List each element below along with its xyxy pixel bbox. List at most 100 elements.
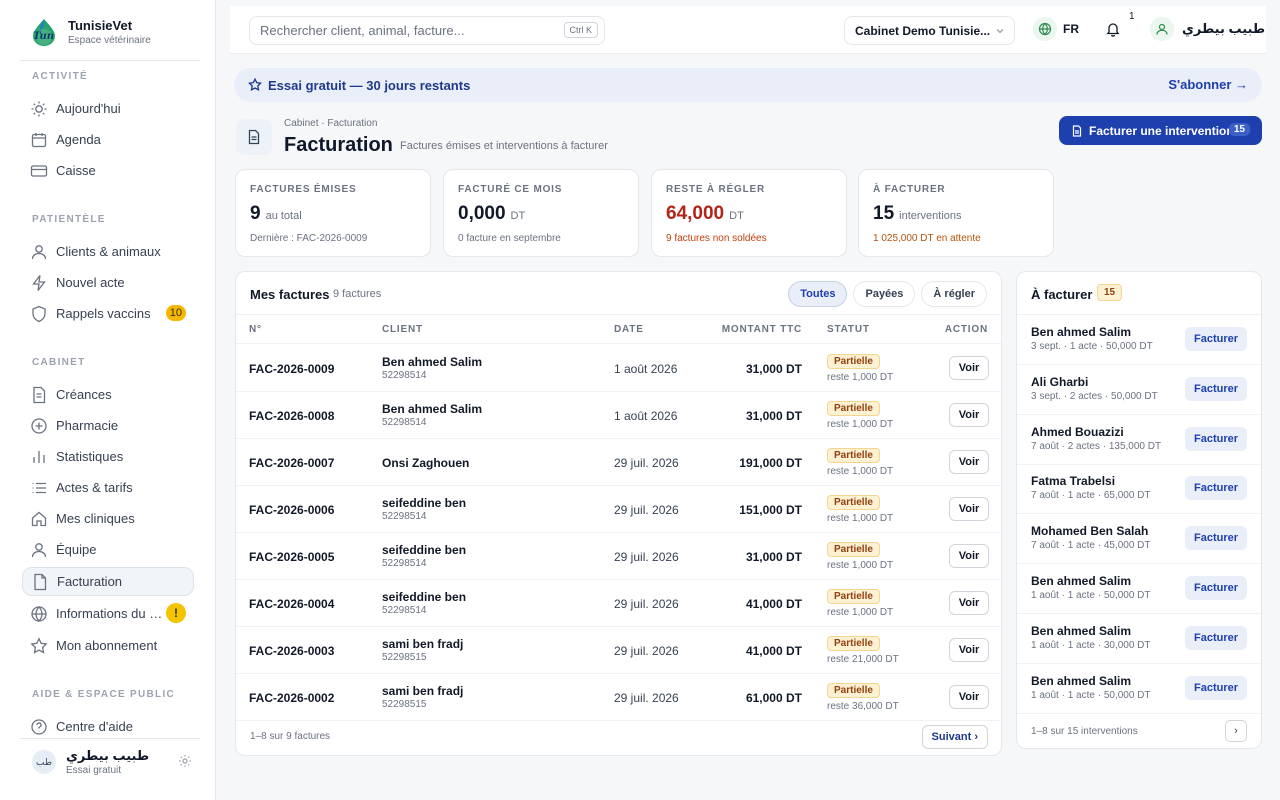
gear-icon[interactable] bbox=[178, 754, 192, 768]
column-header: STATUT bbox=[827, 324, 870, 335]
sidebar-item-facturation[interactable]: Facturation bbox=[22, 567, 194, 596]
stat-card-billed-this-month: FACTURÉ CE MOIS 0,000 DT 0 facture en sep… bbox=[443, 169, 639, 257]
sidebar-item-centre-aide[interactable]: Centre d'aide bbox=[22, 712, 194, 741]
filter-to-pay[interactable]: À régler bbox=[921, 281, 987, 307]
sidebar-item-mon-abonnement[interactable]: Mon abonnement bbox=[22, 631, 194, 660]
file-icon bbox=[1071, 124, 1083, 137]
remaining-amount: reste 36,000 DT bbox=[827, 701, 899, 712]
bill-button[interactable]: Facturer bbox=[1185, 625, 1247, 650]
bill-button[interactable]: Facturer bbox=[1185, 576, 1247, 600]
filter-all[interactable]: Toutes bbox=[788, 281, 848, 307]
status-badge: Partielle bbox=[827, 542, 880, 557]
to-bill-next-button[interactable]: › bbox=[1225, 720, 1247, 742]
sidebar-item-rappels-vaccins[interactable]: Rappels vaccins 10 bbox=[22, 299, 194, 328]
warning-icon: ! bbox=[166, 603, 186, 623]
bill-button[interactable]: Facturer bbox=[1185, 327, 1247, 351]
lightning-icon bbox=[30, 274, 48, 292]
client-name: seifeddine ben bbox=[382, 543, 467, 557]
language-switch[interactable]: FR bbox=[1033, 17, 1079, 41]
sidebar-item-label: Mon abonnement bbox=[56, 638, 158, 653]
bill-button[interactable]: Facturer bbox=[1185, 675, 1247, 700]
view-invoice-button[interactable]: Voir bbox=[949, 544, 989, 568]
view-invoice-button[interactable]: Voir bbox=[949, 685, 989, 709]
sidebar-item-nouvel-acte[interactable]: Nouvel acte bbox=[22, 268, 194, 297]
table-row[interactable]: FAC-2026-0004 seifeddine ben 52298514 29 ju… bbox=[236, 580, 1001, 627]
status-cell: Partielle reste 1,000 DT bbox=[827, 540, 893, 571]
status-badge: Partielle bbox=[827, 448, 880, 463]
patient-owner-name: Ben ahmed Salim bbox=[1031, 574, 1132, 588]
bill-button[interactable]: Facturer bbox=[1185, 476, 1247, 501]
table-row[interactable]: FAC-2026-0003 sami ben fradj 52298515 29 ju… bbox=[236, 627, 1001, 674]
table-row[interactable]: FAC-2026-0002 sami ben fradj 52298515 29 ju… bbox=[236, 674, 1001, 721]
sidebar-item-actes-tarifs[interactable]: Actes & tarifs bbox=[22, 473, 194, 502]
stat-label: RESTE À RÉGLER bbox=[666, 184, 765, 195]
trial-banner: Essai gratuit — 30 jours restants S'abon… bbox=[234, 68, 1262, 102]
client-name: sami ben fradj bbox=[382, 637, 464, 651]
search-input[interactable]: Rechercher client, animal, facture... Ct… bbox=[249, 16, 605, 45]
remaining-amount: reste 1,000 DT bbox=[827, 419, 894, 430]
next-page-button[interactable]: Suivant › bbox=[921, 725, 988, 749]
notification-count: 1 bbox=[1129, 11, 1135, 22]
trial-banner-text: Essai gratuit — 30 jours restants bbox=[268, 77, 471, 93]
sidebar-item-agenda[interactable]: Agenda bbox=[22, 125, 194, 154]
view-invoice-button[interactable]: Voir bbox=[949, 591, 989, 615]
list-item: Ben ahmed Salim 1 août · 1 acte · 30,000 … bbox=[1017, 614, 1261, 664]
sidebar-item-creances[interactable]: Créances bbox=[22, 380, 194, 409]
globe-icon bbox=[1033, 17, 1057, 41]
filter-paid[interactable]: Payées bbox=[853, 281, 916, 307]
client-name: seifeddine ben bbox=[382, 590, 467, 604]
stat-value: 0,000 bbox=[458, 203, 506, 224]
invoice-amount: 61,000 DT bbox=[745, 691, 802, 705]
column-header: ACTION bbox=[944, 324, 988, 335]
subscribe-link[interactable]: S'abonner → bbox=[1168, 77, 1248, 92]
invoice-number: FAC-2026-0008 bbox=[249, 409, 335, 423]
sidebar-item-equipe[interactable]: Équipe bbox=[22, 535, 194, 564]
client-phone: 52298515 bbox=[382, 699, 427, 710]
sidebar-item-statistiques[interactable]: Statistiques bbox=[22, 442, 194, 471]
invoice-number: FAC-2026-0004 bbox=[249, 597, 335, 611]
table-row[interactable]: FAC-2026-0009 Ben ahmed Salim 52298514 1 ao… bbox=[236, 345, 1001, 392]
brand[interactable]: Tun TunisieVet Espace vétérinaire bbox=[31, 18, 151, 46]
sidebar-item-clients[interactable]: Clients & animaux bbox=[22, 237, 194, 266]
bill-intervention-button[interactable]: Facturer une intervention 15 bbox=[1059, 116, 1262, 145]
invoices-card: Mes factures 9 factures Toutes Payées À … bbox=[235, 271, 1002, 756]
sidebar-item-caisse[interactable]: Caisse bbox=[22, 156, 194, 185]
user-menu[interactable]: طبيب بيطري bbox=[1150, 17, 1265, 41]
home-icon bbox=[30, 510, 48, 528]
client-phone: 52298514 bbox=[382, 605, 427, 616]
search-placeholder: Rechercher client, animal, facture... bbox=[260, 23, 465, 38]
clinic-select[interactable]: Cabinet Demo Tunisie... bbox=[844, 16, 1015, 45]
sidebar-item-pharmacie[interactable]: Pharmacie bbox=[22, 411, 194, 440]
table-row[interactable]: FAC-2026-0008 Ben ahmed Salim 52298514 1 ao… bbox=[236, 392, 1001, 439]
status-cell: Partielle reste 1,000 DT bbox=[827, 446, 893, 477]
bill-button[interactable]: Facturer bbox=[1185, 526, 1247, 551]
client-cell: Ben ahmed Salim 52298514 bbox=[382, 402, 482, 428]
invoice-icon bbox=[236, 119, 272, 155]
sidebar-item-mes-cliniques[interactable]: Mes cliniques bbox=[22, 504, 194, 533]
bill-button[interactable]: Facturer bbox=[1185, 376, 1247, 401]
stat-footnote: 9 factures non soldées bbox=[666, 233, 767, 244]
table-row[interactable]: FAC-2026-0006 seifeddine ben 52298514 29 ju… bbox=[236, 486, 1001, 533]
stat-label: FACTURES ÉMISES bbox=[250, 184, 357, 195]
view-invoice-button[interactable]: Voir bbox=[949, 403, 989, 427]
bell-icon[interactable] bbox=[1105, 21, 1121, 37]
table-row[interactable]: FAC-2026-0005 seifeddine ben 52298514 29 ju… bbox=[236, 533, 1001, 580]
status-badge: Partielle bbox=[827, 495, 880, 510]
sidebar-item-today[interactable]: Aujourd'hui bbox=[22, 94, 194, 123]
table-row[interactable]: FAC-2026-0007 Onsi Zaghouen 29 juil. 2026 1… bbox=[236, 439, 1001, 486]
stat-card-invoices-issued: FACTURES ÉMISES 9 au total Dernière : FAC… bbox=[235, 169, 431, 257]
status-cell: Partielle reste 36,000 DT bbox=[827, 681, 899, 712]
status-cell: Partielle reste 1,000 DT bbox=[827, 493, 893, 524]
invoice-amount: 151,000 DT bbox=[739, 503, 802, 517]
intervention-detail: 1 août · 1 acte · 50,000 DT bbox=[1031, 590, 1151, 601]
bill-button[interactable]: Facturer bbox=[1185, 426, 1247, 451]
view-invoice-button[interactable]: Voir bbox=[949, 497, 989, 521]
view-invoice-button[interactable]: Voir bbox=[949, 638, 989, 662]
view-invoice-button[interactable]: Voir bbox=[949, 450, 989, 474]
view-invoice-button[interactable]: Voir bbox=[949, 356, 989, 380]
user-avatar-icon bbox=[1150, 17, 1174, 41]
client-phone: 52298514 bbox=[382, 370, 427, 381]
sidebar-item-informations[interactable]: Informations du … ! bbox=[22, 599, 194, 628]
sidebar-user[interactable]: طب طبيب بيطري Essai gratuit bbox=[32, 748, 192, 776]
sidebar-item-label: Mes cliniques bbox=[56, 511, 135, 526]
